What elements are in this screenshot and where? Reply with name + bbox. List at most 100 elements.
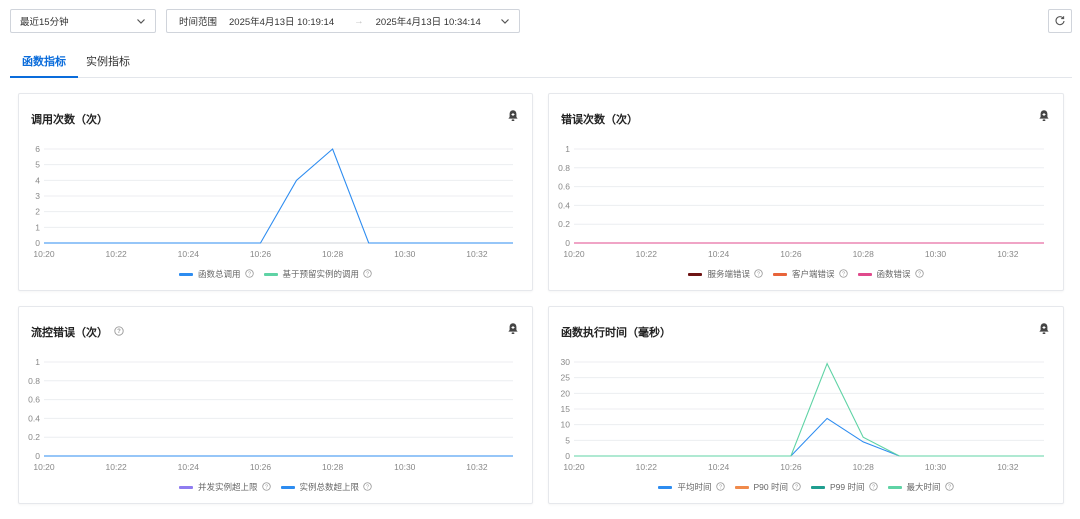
help-icon[interactable]: ? xyxy=(363,481,372,493)
legend-swatch xyxy=(887,485,902,489)
help-icon[interactable]: ? xyxy=(754,268,763,280)
help-icon[interactable]: ? xyxy=(244,268,254,280)
legend-item[interactable]: 服务端错误? xyxy=(688,268,763,280)
legend-item[interactable]: 平均时间? xyxy=(658,481,725,493)
y-tick-label: 0 xyxy=(35,238,40,248)
x-tick-label: 10:22 xyxy=(106,462,128,472)
time-end-value[interactable]: 2025年4月13日 10:34:14 xyxy=(376,14,481,28)
y-tick-label: 10 xyxy=(561,420,571,430)
y-tick-label: 20 xyxy=(561,388,571,398)
svg-text:?: ? xyxy=(248,271,251,277)
svg-text:?: ? xyxy=(918,271,921,277)
x-tick-label: 10:24 xyxy=(178,249,200,259)
svg-text:?: ? xyxy=(265,484,268,490)
time-range-select[interactable]: 最近15分钟 xyxy=(10,9,156,33)
legend-swatch xyxy=(734,485,749,489)
chevron-down-icon xyxy=(501,19,509,24)
legend-label: 并发实例超上限 xyxy=(197,482,258,492)
chart-legend: 平均时间? P90 时间? P99 时间? 最大时间? xyxy=(549,481,1063,493)
help-icon[interactable]: ? xyxy=(944,481,954,493)
svg-text:?: ? xyxy=(757,271,760,277)
x-tick-label: 10:30 xyxy=(394,462,416,472)
y-tick-label: 1 xyxy=(35,222,40,232)
legend-item[interactable]: 最大时间? xyxy=(887,481,954,493)
chevron-down-icon xyxy=(137,19,145,24)
y-tick-label: 2 xyxy=(35,207,40,217)
y-tick-label: 0.6 xyxy=(558,182,570,192)
y-tick-label: 30 xyxy=(561,357,571,367)
help-icon[interactable]: ? xyxy=(363,268,372,280)
legend-item[interactable]: 并发实例超上限? xyxy=(178,481,271,493)
y-tick-label: 5 xyxy=(565,435,570,445)
x-tick-label: 10:28 xyxy=(853,462,875,472)
help-icon[interactable]: ? xyxy=(715,481,725,493)
x-tick-label: 10:26 xyxy=(780,462,802,472)
legend-swatch xyxy=(688,272,703,276)
chart-plot: 0 0.2 0.4 0.6 0.8 1 10:20 10:22 10:24 10:26 10:28 1… xyxy=(558,144,1044,259)
refresh-button[interactable] xyxy=(1048,9,1072,33)
legend-label: P99 时间 xyxy=(830,482,865,492)
x-tick-label: 10:26 xyxy=(250,462,272,472)
duration-card: 函数执行时间（毫秒） 0 5 10 15 20 25 30 10:20 10:22 10:24 10:… xyxy=(548,306,1064,504)
legend-swatch xyxy=(178,485,193,489)
legend-swatch xyxy=(772,272,787,276)
y-tick-label: 3 xyxy=(35,191,40,201)
time-range-label: 时间范围 xyxy=(179,17,218,28)
legend-item[interactable]: 实例总数超上限? xyxy=(280,481,373,493)
x-tick-label: 10:28 xyxy=(322,249,344,259)
legend-item[interactable]: 函数错误? xyxy=(857,268,924,280)
legend-label: 客户端错误 xyxy=(791,269,835,279)
x-tick-label: 10:32 xyxy=(466,462,488,472)
x-tick-label: 10:26 xyxy=(780,249,802,259)
help-icon[interactable]: ? xyxy=(838,268,848,280)
chart-plot: 0 5 10 15 20 25 30 10:20 10:22 10:24 10:26 10:28 10:… xyxy=(561,357,1044,472)
svg-text:?: ? xyxy=(948,484,951,490)
help-icon[interactable]: ? xyxy=(914,268,924,280)
y-tick-label: 1 xyxy=(35,357,40,367)
tab-function-metrics[interactable]: 函数指标 xyxy=(10,48,78,78)
help-icon[interactable]: ? xyxy=(792,481,801,493)
legend-label: 平均时间 xyxy=(677,482,712,492)
chart-legend: 服务端错误? 客户端错误? 函数错误? xyxy=(549,268,1063,280)
time-picker[interactable]: 时间范围 2025年4月13日 10:19:14 → 2025年4月13日 10… xyxy=(166,9,520,33)
x-tick-label: 10:22 xyxy=(636,249,658,259)
legend-item[interactable]: 函数总调用? xyxy=(178,268,254,280)
legend-swatch xyxy=(178,272,193,276)
x-tick-label: 10:28 xyxy=(853,249,875,259)
x-tick-label: 10:22 xyxy=(106,249,128,259)
chart-plot: 0 1 2 3 4 5 6 10:20 10:22 10:24 10:26 10:28 10:30 10:… xyxy=(33,144,513,259)
legend-label: P90 时间 xyxy=(753,482,789,492)
y-tick-label: 0.6 xyxy=(28,395,40,405)
x-tick-label: 10:30 xyxy=(925,462,947,472)
y-tick-label: 0 xyxy=(565,238,570,248)
refresh-icon xyxy=(1055,16,1065,26)
legend-label: 基于预留实例的调用 xyxy=(282,269,360,279)
y-tick-label: 0.2 xyxy=(558,219,570,229)
throttle-errors-card: 流控错误（次）? 0 0.2 0.4 0.6 0.8 1 10:20 10:22 10:24 10:… xyxy=(18,306,533,504)
tab-instance-metrics[interactable]: 实例指标 xyxy=(86,48,130,78)
chart-legend: 并发实例超上限? 实例总数超上限? xyxy=(19,481,532,493)
y-tick-label: 0.2 xyxy=(28,432,40,442)
time-start-value[interactable]: 2025年4月13日 10:19:14 xyxy=(229,14,334,28)
svg-text:?: ? xyxy=(872,484,875,490)
x-tick-label: 10:20 xyxy=(563,462,585,472)
legend-item[interactable]: 基于预留实例的调用? xyxy=(263,268,373,280)
y-tick-label: 0.8 xyxy=(558,163,570,173)
y-tick-label: 1 xyxy=(565,144,570,154)
help-icon[interactable]: ? xyxy=(261,481,271,493)
x-tick-label: 10:24 xyxy=(708,249,730,259)
x-tick-label: 10:28 xyxy=(322,462,344,472)
help-icon[interactable]: ? xyxy=(868,481,878,493)
legend-item[interactable]: 客户端错误? xyxy=(772,268,848,280)
legend-swatch xyxy=(263,272,278,276)
legend-item[interactable]: P90 时间? xyxy=(734,481,802,493)
svg-text:?: ? xyxy=(366,484,369,490)
y-tick-label: 4 xyxy=(35,175,40,185)
legend-label: 实例总数超上限 xyxy=(299,482,360,492)
errors-card: 错误次数（次） 0 0.2 0.4 0.6 0.8 1 10:20 10:22 10:24 10:2… xyxy=(548,93,1064,291)
toolbar: 最近15分钟 时间范围 2025年4月13日 10:19:14 → 2025年4… xyxy=(0,9,1080,33)
legend-item[interactable]: P99 时间? xyxy=(811,481,878,493)
x-tick-label: 10:30 xyxy=(925,249,947,259)
legend-swatch xyxy=(811,485,825,489)
chart-plot: 0 0.2 0.4 0.6 0.8 1 10:20 10:22 10:24 10:26 10:28 1… xyxy=(28,357,513,472)
